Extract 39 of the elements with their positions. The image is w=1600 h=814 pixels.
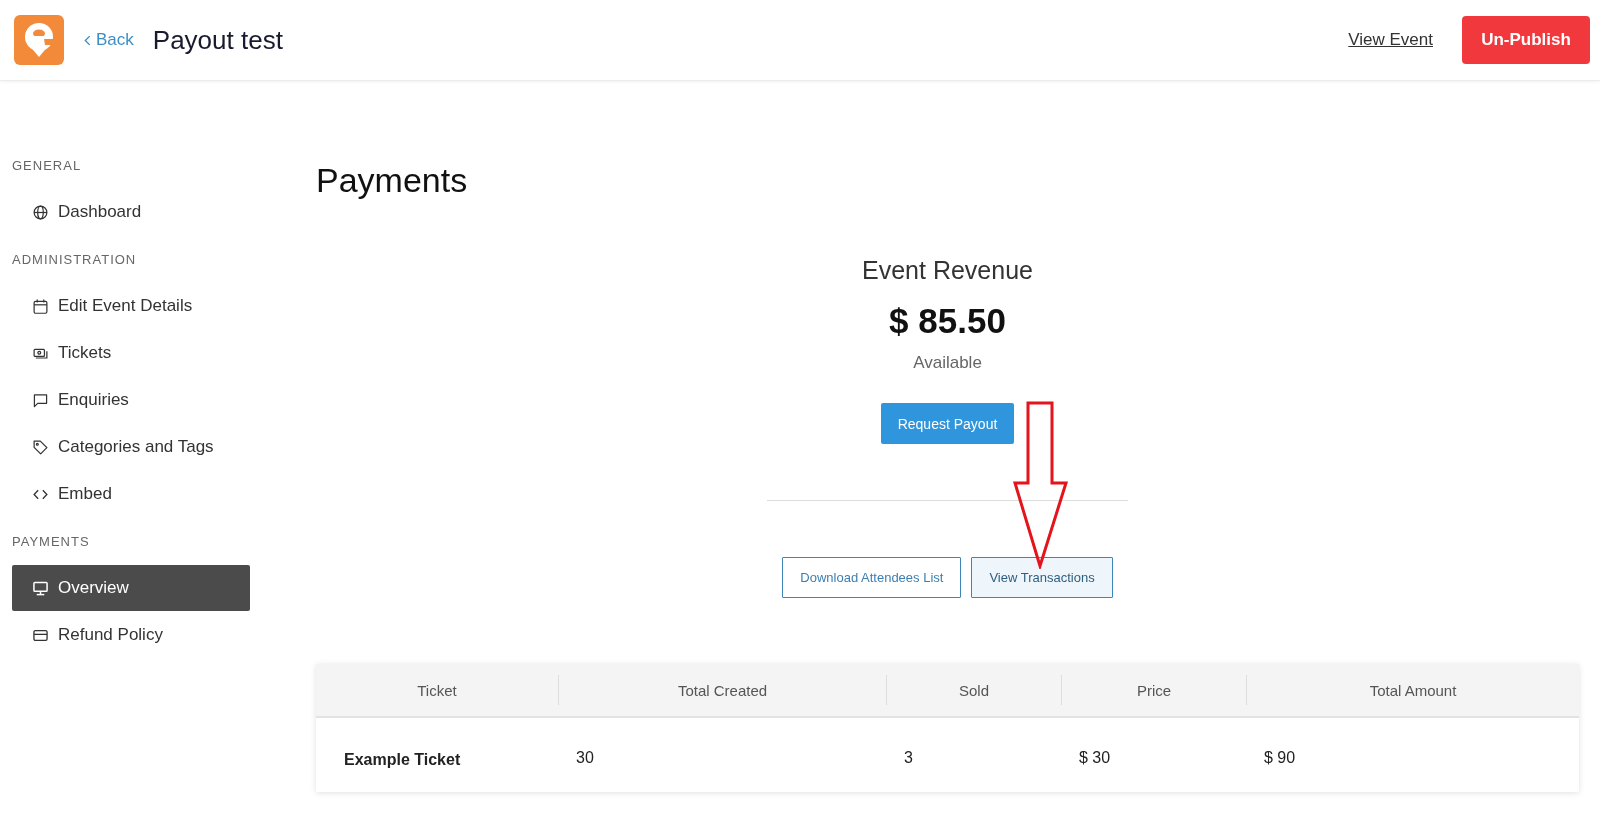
column-header: Sold xyxy=(959,681,989,699)
table-cell: 3 xyxy=(904,749,913,766)
tag-icon xyxy=(33,439,48,455)
chevron-left-icon xyxy=(84,34,91,46)
table-cell: $ 90 xyxy=(1264,749,1296,766)
table-cell: $ 30 xyxy=(1079,749,1111,766)
globe-icon xyxy=(33,204,48,220)
sidebar-item[interactable]: Dashboard xyxy=(12,189,250,235)
page-heading: Payments xyxy=(316,160,468,200)
column-header: Price xyxy=(1136,681,1172,699)
section-heading: GENERAL xyxy=(12,158,82,173)
credit-card-icon xyxy=(33,627,48,643)
column-header: Total Created xyxy=(677,681,768,699)
unpublish-button[interactable]: Un-Publish xyxy=(1462,16,1590,64)
availability-label: Available xyxy=(913,352,982,374)
sidebar-item[interactable]: Edit Event Details xyxy=(12,283,250,329)
view-event-link[interactable]: View Event xyxy=(1348,30,1433,50)
logo-icon[interactable] xyxy=(14,15,64,65)
calendar-icon xyxy=(33,298,48,314)
revenue-amount: $ 85.50 xyxy=(889,300,1006,342)
section-heading: ADMINISTRATION xyxy=(12,252,137,267)
monitor-icon xyxy=(33,580,48,596)
event-title: Payout test xyxy=(152,24,283,56)
sidebar-item[interactable]: Tickets xyxy=(12,330,250,376)
table-cell: Example Ticket xyxy=(344,751,461,768)
sidebar-item[interactable]: Overview xyxy=(12,565,250,611)
column-header: Ticket xyxy=(417,681,457,699)
column-header: Total Amount xyxy=(1369,681,1457,699)
section-heading: PAYMENTS xyxy=(12,534,90,549)
sidebar-item[interactable]: Embed xyxy=(12,471,250,517)
sidebar-item[interactable]: Categories and Tags xyxy=(12,424,250,470)
back-link[interactable]: Back xyxy=(84,30,134,50)
chat-bubble-icon xyxy=(33,392,48,408)
sidebar-item[interactable]: Refund Policy xyxy=(12,612,250,658)
sidebar-item[interactable]: Enquiries xyxy=(12,377,250,423)
action-button[interactable]: View Transactions xyxy=(971,557,1113,598)
action-button[interactable]: Download Attendees List xyxy=(782,557,962,598)
revenue-title: Event Revenue xyxy=(862,255,1033,285)
table-cell: 30 xyxy=(576,749,594,766)
